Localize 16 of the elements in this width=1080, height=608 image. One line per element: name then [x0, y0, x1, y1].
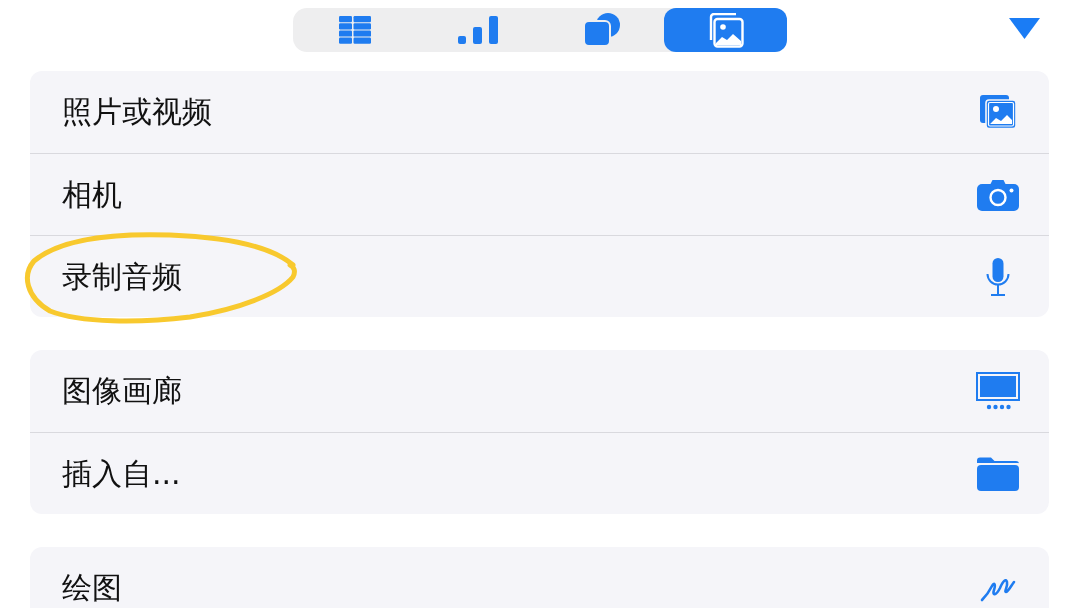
- shapes-icon: [583, 13, 621, 47]
- segment-tab[interactable]: [663, 8, 787, 52]
- monitor-icon: [976, 372, 1020, 410]
- microphone-icon: [986, 257, 1010, 296]
- folder-icon: [977, 456, 1019, 491]
- menu-item[interactable]: 图像画廊: [30, 350, 1049, 432]
- menu-item[interactable]: 相机: [30, 153, 1049, 235]
- menu-item[interactable]: 插入自...: [30, 432, 1049, 514]
- menu-item[interactable]: 录制音频: [30, 235, 1049, 317]
- menu-item[interactable]: 照片或视频: [30, 71, 1049, 153]
- table-icon: [338, 16, 371, 44]
- menu-item[interactable]: 绘图: [30, 547, 1049, 608]
- bar-chart-icon: [458, 16, 499, 44]
- dropdown-icon[interactable]: [1009, 18, 1040, 39]
- camera-icon: [977, 178, 1019, 211]
- photos-icon: [979, 95, 1017, 129]
